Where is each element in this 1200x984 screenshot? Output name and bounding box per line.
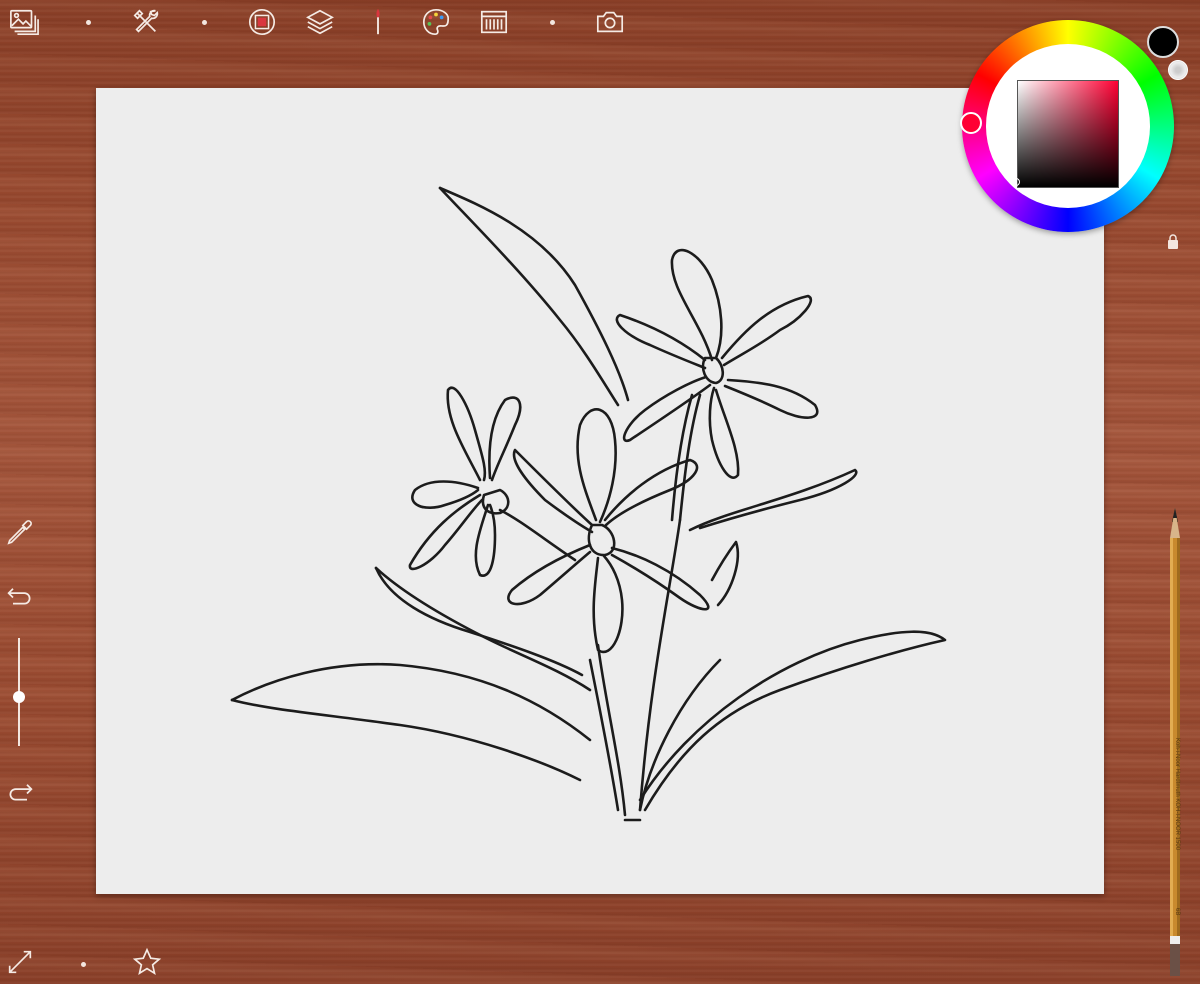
- tools-icon[interactable]: [130, 6, 162, 38]
- tracing-icon[interactable]: [246, 6, 278, 38]
- pencil-brand-text: Koh-i-Noor Hardtmuth KOH-I-NOOR 1500: [1174, 738, 1180, 851]
- current-color-swatch[interactable]: [1147, 26, 1179, 58]
- lock-icon[interactable]: [1167, 234, 1179, 250]
- library-icon[interactable]: [478, 6, 510, 38]
- brush-size-thumb[interactable]: [13, 691, 25, 704]
- undo-icon[interactable]: [4, 578, 36, 610]
- pencil-tool[interactable]: Koh-i-Noor Hardtmuth KOH-I-NOOR 1500 6B: [1160, 508, 1190, 976]
- eyedropper-icon[interactable]: [4, 516, 36, 548]
- bottom-toolbar: [0, 944, 200, 984]
- saturation-value-square[interactable]: [1017, 80, 1119, 188]
- palette-icon[interactable]: [420, 6, 452, 38]
- fullscreen-icon[interactable]: [4, 946, 36, 978]
- toolbar-separator: [86, 20, 91, 25]
- camera-icon[interactable]: [594, 6, 626, 38]
- color-picker[interactable]: [960, 20, 1174, 250]
- layers-icon[interactable]: [304, 6, 336, 38]
- redo-icon[interactable]: [4, 774, 36, 806]
- star-icon[interactable]: [131, 946, 163, 978]
- brush-icon[interactable]: [362, 6, 394, 38]
- toolbar-separator: [81, 962, 86, 967]
- texture-swatch[interactable]: [1168, 60, 1188, 80]
- gallery-icon[interactable]: [8, 6, 40, 38]
- saturation-handle[interactable]: [1012, 178, 1020, 186]
- toolbar-separator: [202, 20, 207, 25]
- sketch-drawing: [230, 186, 947, 822]
- pencil-grade: 6B: [1174, 908, 1180, 915]
- toolbar-separator: [550, 20, 555, 25]
- left-side-tools: [0, 500, 40, 820]
- drawing-canvas[interactable]: [96, 88, 1104, 894]
- hue-handle[interactable]: [960, 112, 982, 134]
